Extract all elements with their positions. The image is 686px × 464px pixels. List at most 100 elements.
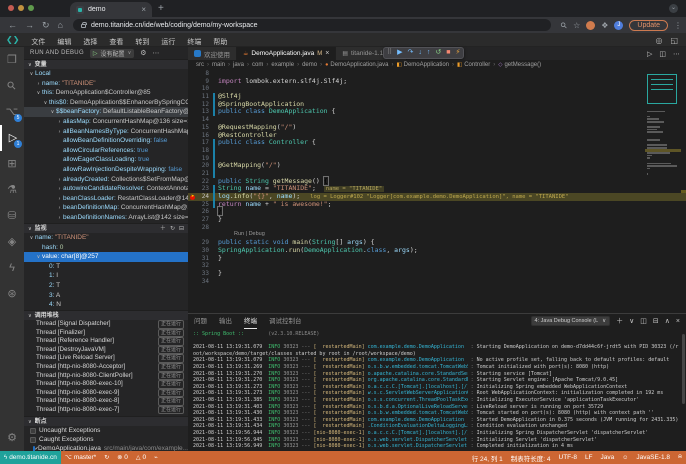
variable-row[interactable]: ∨this: DemoApplication$Controller@85 [24,88,188,98]
update-button[interactable]: Update [629,20,668,31]
expander-icon[interactable]: › [35,80,42,89]
debug-indicator[interactable]: ⌁ [150,451,162,464]
variable-row[interactable]: ∨$$beanFactory: DefaultListableBeanFacto… [24,107,188,117]
variable-row[interactable]: ›autowireCandidateResolver: ContextAnnot… [24,184,188,194]
continue-icon[interactable]: ▶ [397,48,402,58]
gutter[interactable]: 33 [188,270,212,278]
variable-row[interactable]: allowCircularReferences: true [24,146,188,156]
layout-icon[interactable]: ◱ [670,36,678,45]
close-tab-icon[interactable]: × [141,6,146,14]
zoom-icon[interactable]: ⚲ [561,21,567,30]
thread-row[interactable]: Thread [Reference Handler]正在运行 [24,337,188,346]
editor-tab-DemoApplication.java[interactable]: ☕DemoApplication.javaM× [237,47,336,60]
step-into-icon[interactable]: ↓ [418,48,422,58]
breadcrumb-item[interactable]: main [212,62,225,68]
thread-row[interactable]: Thread [http-nio-8080-exec-8]正在运行 [24,397,188,406]
breadcrumb-item[interactable]: DemoApplication [404,62,449,68]
code-line[interactable]: 13public class DemoApplication { [188,108,686,116]
cursor-position[interactable]: 行 24, 列 1 [468,451,507,464]
editor-tab-欢迎使用[interactable]: 欢迎使用 [188,47,237,60]
expander-icon[interactable]: ∨ [35,253,42,262]
thread-row[interactable]: Thread [Live Reload Server]正在运行 [24,354,188,363]
breadcrumb-item[interactable]: com [252,62,263,68]
eol[interactable]: LF [581,451,597,464]
variable-row[interactable]: allowEagerClassLoading: true [24,155,188,165]
expander-icon[interactable]: ∨ [49,108,56,117]
hot-code-replace-icon[interactable]: ⚡ [456,48,461,58]
maximize-panel-icon[interactable]: ∧ [665,317,670,325]
menu-item-帮助[interactable]: 帮助 [207,39,233,46]
extension-avatar-icon[interactable] [586,21,595,30]
errors[interactable]: ⊗0 [113,451,132,464]
variable-row[interactable]: ›alreadyCreated: Collections$SetFromMap@… [24,175,188,185]
maximize-window-icon[interactable] [28,5,34,11]
variable-row[interactable]: allowBeanDefinitionOverriding: false [24,136,188,146]
gutter[interactable]: 30 [188,247,212,255]
new-tab-icon[interactable]: + [158,4,164,14]
watch-row[interactable]: 0: T [24,262,188,272]
layers-icon[interactable]: ◈ [0,229,24,255]
gutter[interactable]: 18 [188,147,212,155]
expander-icon[interactable]: › [56,195,63,204]
gutter[interactable]: 24 [188,193,212,201]
back-icon[interactable]: ← [8,17,17,33]
gutter[interactable]: 34 [188,278,212,286]
add-expression-icon[interactable]: ＋ [160,224,166,234]
gutter[interactable]: 17 [188,139,212,147]
code-line[interactable]: 26 } [188,208,686,216]
refresh-watch-icon[interactable]: ↻ [170,224,175,234]
editor-more-actions-icon[interactable]: ⋯ [673,50,680,58]
power-icon[interactable]: ϟ [0,255,24,281]
variable-row[interactable]: ›allBeanNamesByType: ConcurrentHashMap@1… [24,127,188,137]
feedback[interactable]: ☺ [618,451,632,464]
gutter[interactable]: 19 [188,155,212,163]
code-line[interactable]: 9import lombok.extern.slf4j.Slf4j; [188,78,686,86]
code-line[interactable]: 20 @GetMapping("/") [188,162,686,170]
exception-breakpoint-row[interactable]: Caught Exceptions [24,435,188,444]
watch-row[interactable]: 3: A [24,291,188,301]
warnings[interactable]: △0 [132,451,150,464]
thread-row[interactable]: Thread [http-nio-8080-Acceptor]正在运行 [24,363,188,372]
remote-indicator[interactable]: ϟdemo.titanide.cn [0,451,61,464]
code-line[interactable]: 34 [188,278,686,286]
puzzle-extensions-icon[interactable]: ❖ [601,21,608,30]
kill-terminal-icon[interactable]: ⊟ [653,317,659,325]
panel-tab-终端[interactable]: 终端 [244,314,257,329]
expander-icon[interactable]: › [56,204,63,213]
code-line[interactable]: 10 [188,85,686,93]
minimize-window-icon[interactable] [18,5,24,11]
variable-row[interactable]: ›beanClassLoader: RestartClassLoader@140 [24,194,188,204]
watch-row[interactable]: hash: 0 [24,243,188,253]
thread-row[interactable]: Thread [DestroyJavaVM]正在运行 [24,346,188,355]
run-and-debug-icon[interactable]: ▷1 [0,125,24,151]
git-branch[interactable]: ⌥master* [61,451,100,464]
variable-row[interactable]: allowRawInjectionDespiteWrapping: false [24,165,188,175]
settings-gear-icon[interactable]: ⚙ [0,427,24,449]
gutter[interactable]: 22 [188,178,212,186]
thread-row[interactable]: Thread [http-nio-8080-exec-9]正在运行 [24,389,188,398]
watch-row[interactable]: ∨name: "TITANIDE" [24,233,188,243]
encoding[interactable]: UTF-8 [555,451,581,464]
breakpoint-row[interactable]: DemoApplication.javasrc/main/java/com/ex… [24,444,188,451]
gutter[interactable]: 31 [188,255,212,263]
code-line[interactable]: 27 } [188,216,686,224]
thread-row[interactable]: Thread [http-nio-8080-ClientPoller]正在运行 [24,372,188,381]
language-mode[interactable]: Java [597,451,619,464]
expander-icon[interactable]: ∨ [42,99,49,108]
menu-item-终端[interactable]: 终端 [181,39,207,46]
notifications[interactable]: ⍾ [674,451,686,464]
menu-item-转到[interactable]: 转到 [129,39,155,46]
breadcrumb-item[interactable]: example [271,62,294,68]
callstack-section-header[interactable]: ∨ 调用堆栈 [24,310,188,320]
breadcrumb-item[interactable]: DemoApplication.java [330,62,388,68]
watch-row[interactable]: 1: I [24,271,188,281]
close-panel-icon[interactable]: × [676,318,680,325]
info-icon[interactable]: ◎ [655,36,662,45]
code-line[interactable]: 17 public class Controller { [188,139,686,147]
search-icon[interactable]: ⚲ [0,73,24,99]
gutter[interactable]: 28 [188,224,212,232]
debug-more-actions-icon[interactable]: ⋯ [153,49,160,57]
source-control-icon[interactable]: ⌥5 [0,99,24,125]
split-terminal-icon[interactable]: ◫ [640,317,647,325]
variable-row[interactable]: ›beanDefinitionNames: ArrayList@142 size… [24,213,188,223]
